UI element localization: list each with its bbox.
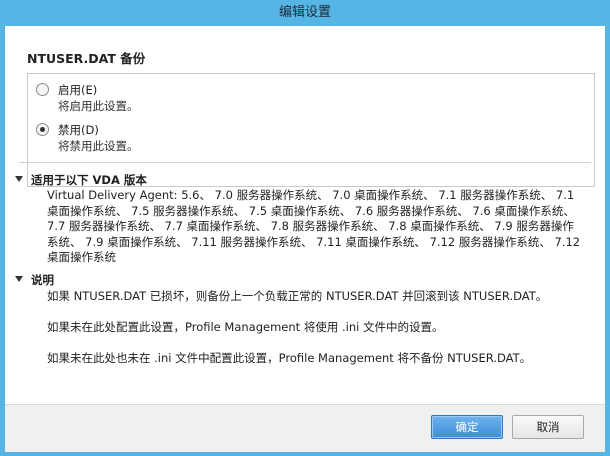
explanation-paragraph: 如果未在此处也未在 .ini 文件中配置此设置，Profile Manageme… [47,351,532,365]
disable-radio[interactable] [36,123,49,136]
window-title: 编辑设置 [0,0,610,26]
explanation-title: 说明 [31,273,54,287]
enable-label[interactable]: 启用(E) [58,82,97,98]
enable-description: 将启用此设置。 [58,99,139,113]
explanation-header[interactable]: 说明 [15,272,54,288]
applies-to-text: Virtual Delivery Agent: 5.6、 7.0 服务器操作系统… [47,188,581,264]
collapse-triangle-icon[interactable] [15,276,23,282]
cancel-button[interactable]: 取消 [512,415,584,439]
collapse-triangle-icon[interactable] [15,176,23,182]
enable-radio[interactable] [36,83,49,96]
applies-to-header[interactable]: 适用于以下 VDA 版本 [15,172,147,188]
explanation-paragraph: 如果未在此处配置此设置，Profile Management 将使用 .ini … [47,320,444,334]
divider [19,162,591,163]
disable-label[interactable]: 禁用(D) [58,122,99,138]
button-bar: 确定 取消 [5,404,605,452]
explanation-paragraph: 如果 NTUSER.DAT 已损坏，则备份上一个负载正常的 NTUSER.DAT… [47,289,548,303]
ok-button[interactable]: 确定 [431,415,503,439]
option-group: 启用(E) 将启用此设置。 禁用(D) 将禁用此设置。 [27,73,595,187]
settings-dialog: NTUSER.DAT 备份 启用(E) 将启用此设置。 禁用(D) 将禁用此设置… [5,26,605,452]
applies-to-title: 适用于以下 VDA 版本 [31,173,147,187]
setting-name: NTUSER.DAT 备份 [27,51,146,66]
disable-description: 将禁用此设置。 [58,139,139,153]
